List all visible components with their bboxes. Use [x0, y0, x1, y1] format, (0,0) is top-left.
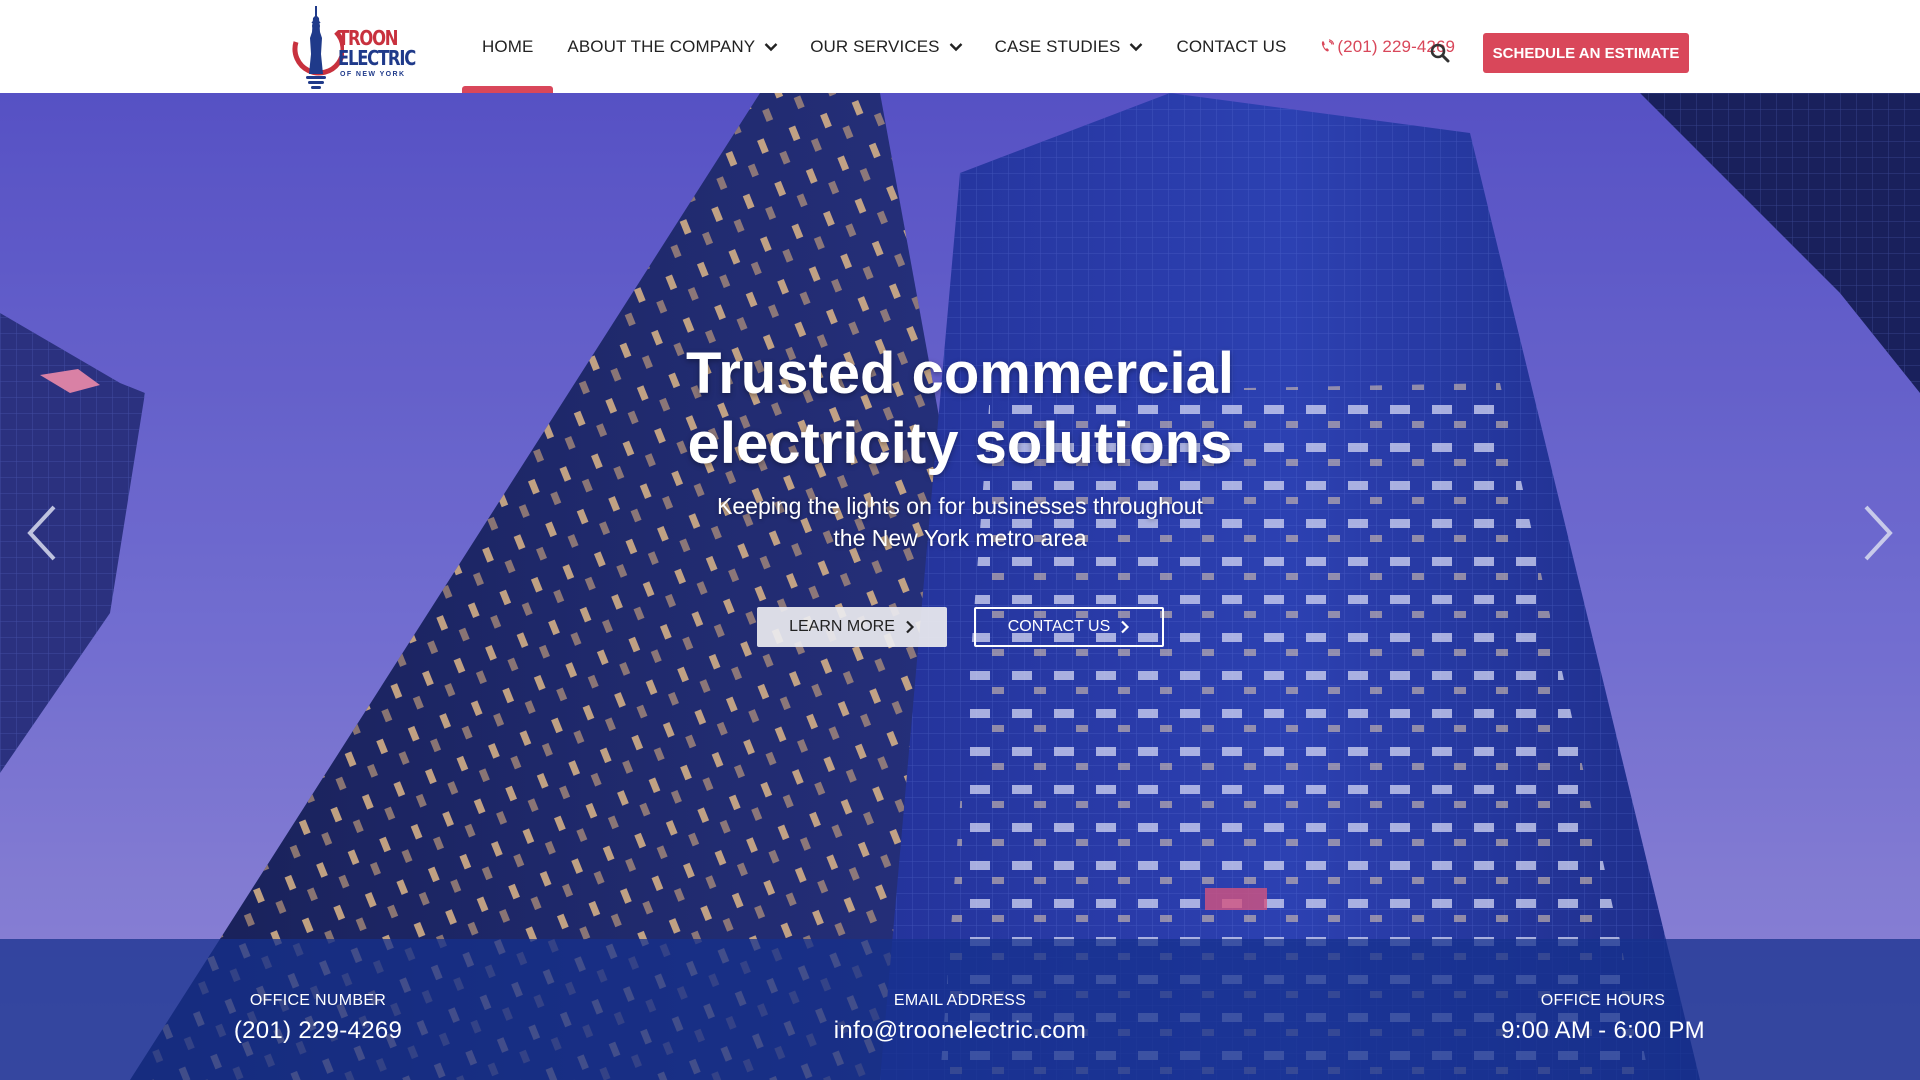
statue-of-liberty-icon	[292, 6, 344, 89]
hero-title: Trusted commercial electricity solutions	[0, 339, 1920, 479]
hero-contact-label: CONTACT US	[1007, 618, 1111, 635]
nav-cases-label: CASE STUDIES	[994, 36, 1121, 56]
office-number-label: OFFICE NUMBER	[249, 992, 387, 1009]
nav-our-services[interactable]: OUR SERVICES	[810, 0, 962, 93]
nav-about-the-company[interactable]: ABOUT THE COMPANY	[567, 0, 778, 93]
skyscrapers-background-image	[0, 93, 1920, 1080]
chevron-down-icon	[1130, 42, 1143, 51]
phone-icon	[1322, 39, 1335, 52]
site-header: TROON ELECTRIC OF NEW YORK HOME ABOUT TH…	[0, 0, 1920, 93]
hero-subtitle: Keeping the lights on for businesses thr…	[0, 490, 1920, 554]
chevron-down-icon	[949, 42, 962, 51]
chevron-right-icon	[1864, 505, 1893, 561]
logo-tagline: OF NEW YORK	[340, 71, 406, 78]
hero-subtitle-line-1: Keeping the lights on for businesses thr…	[717, 493, 1203, 519]
nav-about-label: ABOUT THE COMPANY	[567, 36, 756, 56]
nav-contact-us[interactable]: CONTACT US	[1176, 0, 1286, 93]
schedule-estimate-button[interactable]: SCHEDULE AN ESTIMATE	[1483, 33, 1689, 73]
office-hours-label: OFFICE HOURS	[1540, 992, 1666, 1009]
search-button[interactable]	[1430, 43, 1450, 63]
office-number-value[interactable]: (201) 229-4269	[218, 1017, 418, 1045]
office-hours-value: 9:00 AM - 6:00 PM	[1501, 1017, 1705, 1044]
hero-slider: Trusted commercial electricity solutions…	[0, 93, 1920, 1080]
logo-line-1: TROON	[338, 26, 399, 50]
nav-contact-label: CONTACT US	[1176, 36, 1287, 56]
slider-next-button[interactable]	[1856, 503, 1896, 563]
email-address-value[interactable]: info@troonelectric.com	[810, 1017, 1110, 1045]
logo-wordmark: TROON ELECTRIC	[338, 26, 416, 70]
nav-home[interactable]: HOME	[462, 0, 554, 93]
email-address-block: EMAIL ADDRESS info@troonelectric.com	[810, 992, 1110, 1045]
nav-services-label: OUR SERVICES	[810, 36, 940, 56]
learn-more-button[interactable]: LEARN MORE	[757, 607, 947, 647]
office-number-block: OFFICE NUMBER (201) 229-4269	[218, 992, 418, 1045]
troon-electric-logo[interactable]: TROON ELECTRIC OF NEW YORK	[284, 2, 416, 90]
logo-line-2: ELECTRIC	[338, 46, 416, 70]
hero-title-line-1: Trusted commercial	[686, 341, 1234, 406]
search-icon	[1430, 43, 1450, 63]
chevron-down-icon	[764, 42, 778, 51]
contact-info-bar: OFFICE NUMBER (201) 229-4269 EMAIL ADDRE…	[0, 939, 1920, 1080]
hero-subtitle-line-2: the New York metro area	[833, 525, 1087, 551]
slider-prev-button[interactable]	[24, 503, 64, 563]
hero-contact-us-button[interactable]: CONTACT US	[974, 607, 1164, 647]
nav-home-label: HOME	[482, 36, 534, 56]
main-nav: HOME ABOUT THE COMPANY OUR SERVICES CASE…	[462, 0, 1455, 93]
chevron-right-icon	[906, 620, 914, 634]
nav-case-studies[interactable]: CASE STUDIES	[995, 0, 1144, 93]
chevron-right-icon	[1121, 620, 1130, 634]
learn-more-label: LEARN MORE	[789, 618, 895, 635]
office-hours-block: OFFICE HOURS 9:00 AM - 6:00 PM	[1490, 992, 1716, 1045]
hero-title-line-2: electricity solutions	[687, 411, 1233, 476]
email-address-label: EMAIL ADDRESS	[893, 992, 1027, 1009]
chevron-left-icon	[27, 505, 56, 561]
